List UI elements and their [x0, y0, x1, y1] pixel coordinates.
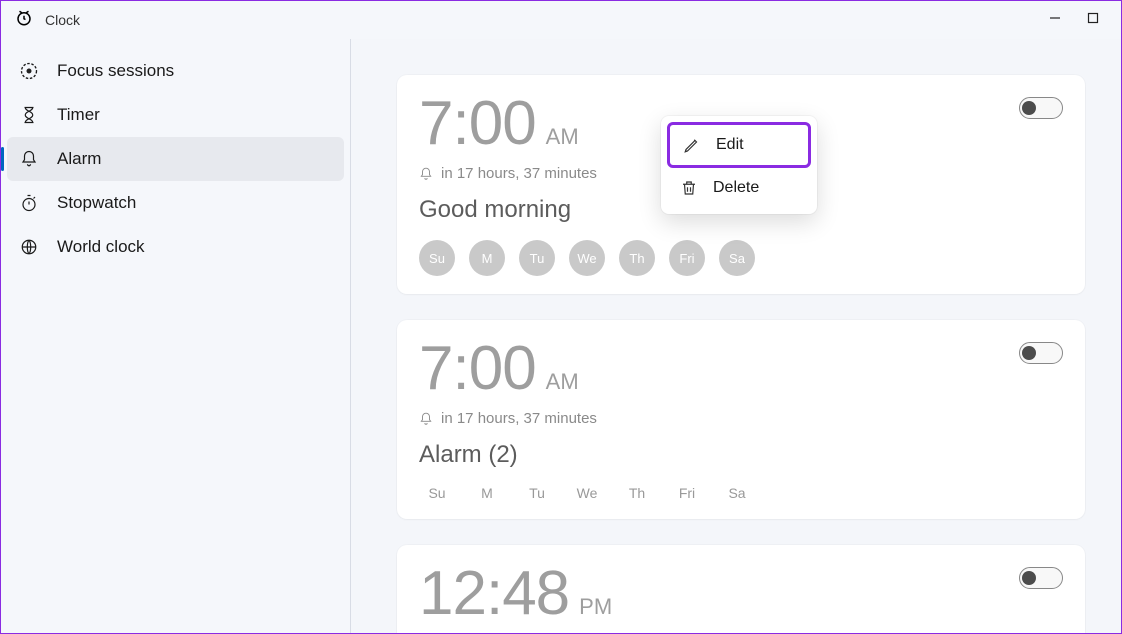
- alarm-time-value: 12:48: [419, 563, 569, 625]
- day-text[interactable]: Tu: [519, 485, 555, 501]
- sidebar-item-worldclock[interactable]: World clock: [1, 225, 350, 269]
- trash-icon: [679, 178, 699, 198]
- day-text[interactable]: Su: [419, 485, 455, 501]
- titlebar-title: Clock: [45, 12, 80, 28]
- day-text[interactable]: Fri: [669, 485, 705, 501]
- alarm-card[interactable]: 7:00 AM in 17 hours, 37 minutes Alarm (2…: [397, 320, 1085, 519]
- stopwatch-icon: [19, 193, 39, 213]
- globe-icon: [19, 237, 39, 257]
- alarm-card[interactable]: 12:48 PM: [397, 545, 1085, 633]
- sidebar-item-label: Timer: [57, 105, 100, 125]
- day-chip[interactable]: Sa: [719, 240, 755, 276]
- bell-small-icon: [419, 412, 433, 426]
- alarm-toggle[interactable]: [1019, 97, 1063, 119]
- day-chip[interactable]: M: [469, 240, 505, 276]
- sidebar-item-label: Focus sessions: [57, 61, 174, 81]
- minimize-button[interactable]: [1049, 11, 1061, 29]
- titlebar-left: Clock: [15, 9, 80, 32]
- day-text[interactable]: Sa: [719, 485, 755, 501]
- day-chip[interactable]: Tu: [519, 240, 555, 276]
- toggle-knob: [1022, 571, 1036, 585]
- sidebar-item-focus[interactable]: Focus sessions: [1, 49, 350, 93]
- alarm-days: Su M Tu We Th Fri Sa: [419, 240, 1063, 276]
- sidebar-item-label: World clock: [57, 237, 145, 257]
- day-text[interactable]: We: [569, 485, 605, 501]
- alarm-ampm: PM: [579, 594, 612, 620]
- day-chip[interactable]: Su: [419, 240, 455, 276]
- day-text[interactable]: M: [469, 485, 505, 501]
- alarm-time-value: 7:00: [419, 93, 536, 155]
- sidebar: Focus sessions Timer Alarm Stopwatch: [1, 39, 351, 633]
- app-window: Clock Focus sessions Timer: [1, 1, 1121, 633]
- main-area: Focus sessions Timer Alarm Stopwatch: [1, 39, 1121, 633]
- sidebar-item-alarm[interactable]: Alarm: [7, 137, 344, 181]
- context-delete-label: Delete: [713, 179, 759, 197]
- toggle-knob: [1022, 101, 1036, 115]
- sidebar-item-label: Stopwatch: [57, 193, 136, 213]
- sidebar-item-timer[interactable]: Timer: [1, 93, 350, 137]
- alarm-toggle[interactable]: [1019, 567, 1063, 589]
- alarm-time: 7:00 AM: [419, 338, 1063, 400]
- day-text[interactable]: Th: [619, 485, 655, 501]
- bell-icon: [19, 149, 39, 169]
- alarm-label: Alarm (2): [419, 441, 1063, 469]
- context-edit-label: Edit: [716, 136, 744, 154]
- window-controls: [1049, 11, 1113, 29]
- alarm-toggle[interactable]: [1019, 342, 1063, 364]
- alarm-time-value: 7:00: [419, 338, 536, 400]
- hourglass-icon: [19, 105, 39, 125]
- pencil-icon: [682, 135, 702, 155]
- day-chip[interactable]: Th: [619, 240, 655, 276]
- alarm-remaining-text: in 17 hours, 37 minutes: [441, 165, 597, 182]
- alarm-time: 12:48 PM: [419, 563, 1063, 625]
- context-edit[interactable]: Edit: [667, 122, 811, 168]
- bell-small-icon: [419, 167, 433, 181]
- maximize-button[interactable]: [1087, 11, 1099, 29]
- titlebar: Clock: [1, 1, 1121, 39]
- focus-icon: [19, 61, 39, 81]
- sidebar-item-label: Alarm: [57, 149, 101, 169]
- alarm-ampm: AM: [546, 369, 579, 395]
- day-chip[interactable]: Fri: [669, 240, 705, 276]
- day-chip[interactable]: We: [569, 240, 605, 276]
- alarm-context-menu: Edit Delete: [661, 116, 817, 214]
- context-delete[interactable]: Delete: [667, 168, 811, 208]
- alarm-remaining-text: in 17 hours, 37 minutes: [441, 410, 597, 427]
- alarm-days: Su M Tu We Th Fri Sa: [419, 485, 1063, 501]
- alarm-ampm: AM: [546, 124, 579, 150]
- clock-app-icon: [15, 9, 33, 32]
- sidebar-item-stopwatch[interactable]: Stopwatch: [1, 181, 350, 225]
- toggle-knob: [1022, 346, 1036, 360]
- alarm-remaining: in 17 hours, 37 minutes: [419, 410, 1063, 427]
